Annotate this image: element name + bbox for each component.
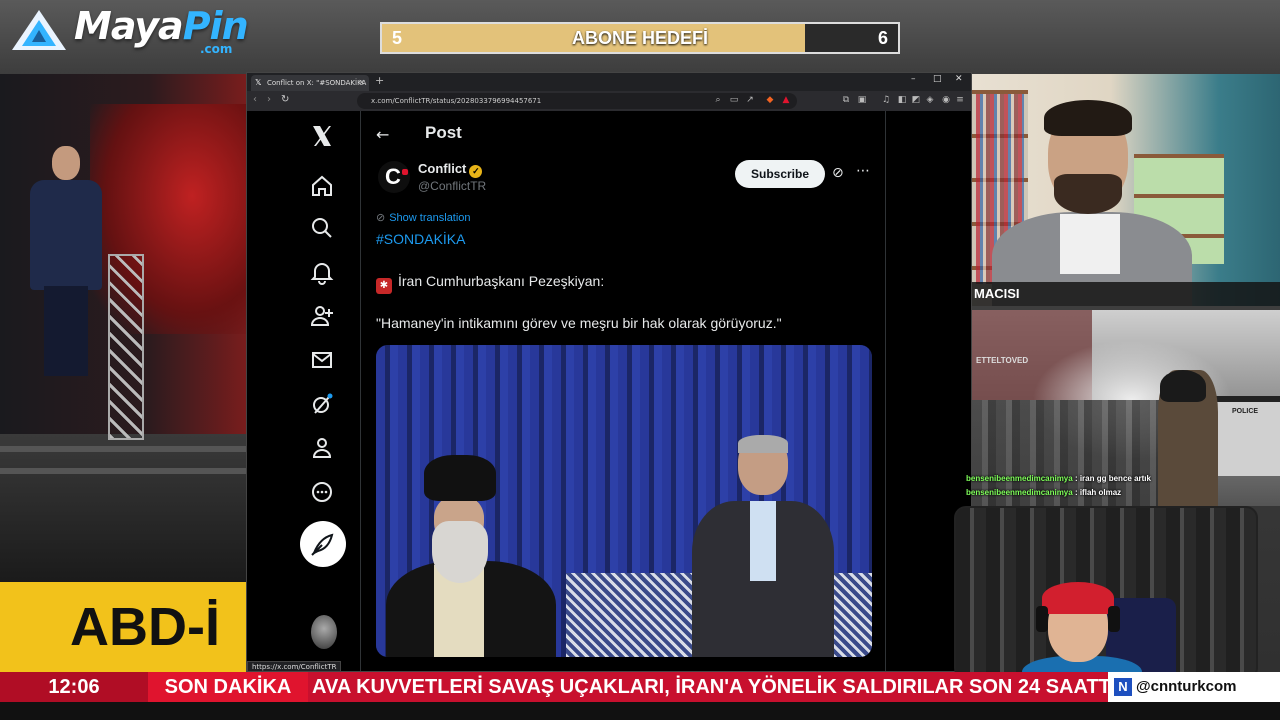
messages-icon[interactable] [309,347,335,373]
x-left-nav [247,111,361,671]
guest-caption: MACISI [972,282,1280,306]
breaking-news-label: SON DAKİKA [148,672,308,702]
profile-icon[interactable] [309,435,335,461]
site-logo: MayaPin .com [8,4,249,58]
media-icon[interactable]: ♫ [881,95,891,105]
floor-stripe [0,468,248,474]
stream-scene: MayaPin .com 5 ABONE HEDEFİ 6 ABD-İ 𝕏 Co… [0,0,1280,720]
streamer-webcam [954,506,1258,680]
back-nav-icon[interactable]: ‹ [253,94,257,105]
close-window-icon[interactable]: ✕ [955,74,963,84]
extensions-icon[interactable]: ⧉ [841,95,851,105]
sidebar-icon[interactable]: ◧ [897,95,907,105]
menu-icon[interactable]: ≡ [955,95,965,105]
tv-presenter [30,146,102,376]
maximize-icon[interactable]: □ [933,74,942,84]
forward-nav-icon[interactable]: › [267,94,271,105]
wolf-logo-icon [12,10,66,50]
headline-text: ABD-İ [70,597,220,657]
channel-logo-icon: N [1114,678,1132,696]
follow-icon[interactable] [309,303,335,329]
wallet-icon[interactable]: ▣ [857,95,867,105]
grok-explain-icon[interactable]: ⊘ [832,165,844,181]
ticker-text: AVA KUVVETLERİ SAVAŞ UÇAKLARI, İRAN'A YÖ… [312,676,1108,698]
grok-icon[interactable] [309,391,335,417]
author-avatar[interactable]: C [378,161,410,193]
show-translation-link[interactable]: ⊘ Show translation [376,211,471,224]
hashtag-link[interactable]: #SONDAKİKA [376,231,465,247]
account-avatar[interactable] [311,615,337,649]
translate-icon: ⊘ [376,212,386,224]
post-quote: "Hamaney'in intikamını görev ve meşru bi… [376,315,782,331]
compose-post-button[interactable] [300,521,346,567]
new-tab-icon[interactable]: + [375,74,384,87]
reload-icon[interactable]: ↻ [281,94,289,105]
feather-icon [311,533,334,556]
leo-icon[interactable]: ◩ [911,95,921,105]
x-logo-icon[interactable] [309,123,335,149]
close-tab-icon[interactable]: ✕ [358,75,365,91]
floor-stripe [0,446,248,452]
goal-label: ABONE HEDEFİ [571,28,708,48]
brave-shield-icon[interactable]: ◆ [765,95,775,105]
x-logo-icon: 𝕏 [255,78,262,87]
studio-floor [0,434,248,584]
police-car-label: POLICE [1232,408,1259,415]
browser-tab[interactable]: 𝕏 Conflict on X: "#SONDAKİKA 🚨 ✕ [251,75,369,91]
address-bar-row: ‹ › ↻ ▯ x.com/ConflictTR/status/20280337… [247,91,971,111]
channel-handle: N @cnnturkcom [1108,672,1280,702]
browser-window[interactable]: 𝕏 Conflict on X: "#SONDAKİKA 🚨 ✕ + – □ ✕… [246,72,972,672]
author-handle[interactable]: @ConflictTR [418,179,486,193]
goal-end-value: 6 [877,28,888,48]
url-text[interactable]: x.com/ConflictTR/status/2028033796994457… [371,94,677,108]
news-ticker: 12:06 SON DAKİKA AVA KUVVETLERİ SAVAŞ UÇ… [0,672,1280,702]
more-icon[interactable] [309,479,335,505]
verified-badge-icon: ✓ [469,165,483,178]
minimize-icon[interactable]: – [911,74,916,84]
tab-title: Conflict on X: "#SONDAKİKA 🚨 [267,79,369,87]
notifications-icon[interactable] [309,259,335,285]
siren-icon: ✱ [376,278,392,294]
back-arrow-icon[interactable]: ← [376,125,389,144]
ticker-clock: 12:06 [0,672,148,702]
headline-banner: ABD-İ [0,582,248,672]
post-image[interactable] [376,345,872,657]
more-options-icon[interactable]: ⋯ [856,163,870,179]
author-name[interactable]: Conflict ✓ [418,161,483,178]
subscribe-button[interactable]: Subscribe [735,160,825,188]
page-title: Post [425,123,462,142]
chat-message: bensenibeenmedimcanimya : iran gg bence … [966,474,1151,483]
chat-message: bensenibeenmedimcanimya : iflah olmaz [966,488,1122,497]
profile-menu-icon[interactable]: ◉ [941,95,951,105]
vpn-icon[interactable]: ◈ [925,95,935,105]
post-column: ← Post C Conflict ✓ @ConflictTR Subscribe… [362,111,886,671]
studio-podium [108,254,144,440]
x-post-page: ← Post C Conflict ✓ @ConflictTR Subscribe… [247,111,971,671]
storefront-sign: ETTELTOVED [976,356,1029,365]
stream-top-bar: MayaPin .com 5 ABONE HEDEFİ 6 [0,0,1280,74]
subscriber-goal-bar: 5 ABONE HEDEFİ 6 [380,22,900,54]
share-icon[interactable]: ↗ [745,95,755,105]
zoom-icon[interactable]: ⌕ [713,95,723,105]
search-icon[interactable] [309,215,335,241]
stream-chat: bensenibeenmedimcanimya : iran gg bence … [964,472,1280,506]
logo-suffix: .com [200,42,233,56]
post-text-line: ✱ İran Cumhurbaşkanı Pezeşkiyan: [376,273,604,294]
bottom-strip [0,702,1280,720]
home-icon[interactable] [309,173,335,199]
guest-camera-feed: MACISI [972,74,1280,306]
link-status-tooltip: https://x.com/ConflictTR [247,661,342,671]
tab-strip: 𝕏 Conflict on X: "#SONDAKİKA 🚨 ✕ + – □ ✕ [247,73,971,91]
cast-icon[interactable]: ▭ [729,95,739,105]
rewards-icon[interactable]: ▲ [781,95,791,105]
